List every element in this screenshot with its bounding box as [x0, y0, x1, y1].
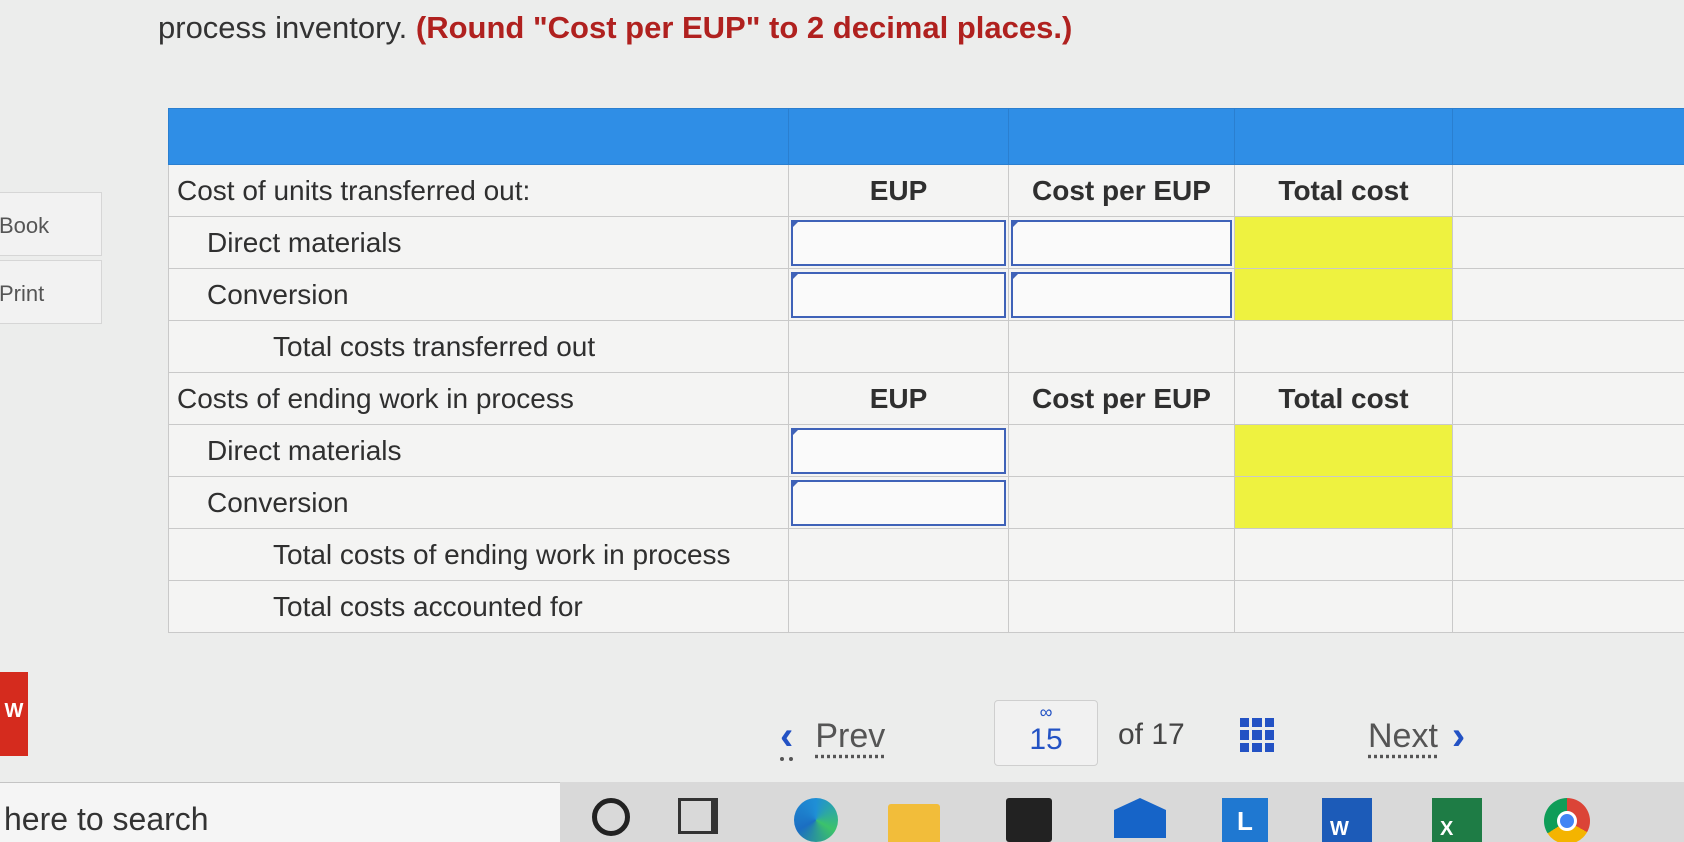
lync-letter: L [1237, 806, 1253, 836]
next-button[interactable]: Next › [1368, 714, 1465, 759]
brand-logo-letter: W [4, 700, 24, 722]
search-placeholder: here to search [4, 801, 209, 837]
brand-logo: W [0, 672, 28, 756]
transferred-dm-eup-input[interactable] [791, 219, 1006, 266]
print-button[interactable]: Print [0, 260, 102, 324]
row-label-conversion: Conversion [168, 476, 789, 529]
ebook-button[interactable]: Book [0, 192, 102, 256]
edge-icon[interactable] [794, 798, 838, 842]
row-label-direct-materials: Direct materials [168, 424, 789, 477]
transferred-conversion-total-cost-cell [1234, 268, 1453, 321]
page-number-box[interactable]: ∞ 15 [994, 700, 1098, 766]
current-page-number: 15 [1029, 723, 1063, 756]
ending-wip-dm-cost-per-eup-cell [1008, 424, 1235, 477]
windows-taskbar: here to search L W X [0, 782, 1684, 842]
instruction-plain: process inventory. [158, 10, 416, 45]
column-header-cost-per-eup: Cost per EUP [1008, 164, 1235, 217]
row-label-direct-materials: Direct materials [168, 216, 789, 269]
table-header-band [168, 108, 1684, 165]
transferred-dm-cost-per-eup-input[interactable] [1011, 219, 1232, 266]
link-icon: ∞ [1039, 702, 1053, 722]
file-explorer-icon[interactable] [888, 804, 940, 842]
next-label: Next [1368, 717, 1438, 755]
section-title-ending-wip: Costs of ending work in process [168, 372, 789, 425]
mail-icon[interactable] [1114, 798, 1166, 838]
screen: process inventory. (Round "Cost per EUP"… [0, 0, 1684, 842]
column-header-cost-per-eup: Cost per EUP [1008, 372, 1235, 425]
prev-button[interactable]: ‹ Prev [780, 714, 885, 759]
instruction-text: process inventory. (Round "Cost per EUP"… [158, 10, 1072, 46]
ending-wip-dm-eup-input[interactable] [791, 427, 1006, 474]
row-label-total-costs-accounted: Total costs accounted for [168, 580, 789, 633]
ending-wip-conversion-total-cost-cell [1234, 476, 1453, 529]
word-letter: W [1330, 818, 1349, 840]
word-icon[interactable]: W [1322, 798, 1372, 842]
table-row: Conversion [168, 476, 1684, 529]
column-header-total-cost: Total cost [1234, 372, 1453, 425]
table-row: Conversion [168, 268, 1684, 321]
table-row: Total costs of ending work in process [168, 528, 1684, 581]
print-label: Print [0, 281, 45, 306]
column-header-eup: EUP [788, 164, 1009, 217]
transferred-dm-total-cost-cell [1234, 216, 1453, 269]
lync-icon[interactable]: L [1222, 798, 1268, 842]
row-label-total-transferred-out: Total costs transferred out [168, 320, 789, 373]
ending-wip-dm-total-cost-cell [1234, 424, 1453, 477]
cortana-icon[interactable] [592, 798, 630, 836]
section-title-transferred-out: Cost of units transferred out: [168, 164, 789, 217]
prev-label: Prev [815, 717, 886, 755]
section-header-row: Costs of ending work in process EUP Cost… [168, 372, 1684, 425]
task-view-icon[interactable] [678, 798, 718, 834]
store-icon[interactable] [1006, 798, 1052, 842]
question-pager: ‹ Prev ∞ 15 of 17 Next › [780, 700, 1500, 770]
ending-wip-conversion-cost-per-eup-cell [1008, 476, 1235, 529]
section-header-row: Cost of units transferred out: EUP Cost … [168, 164, 1684, 217]
page-total: of 17 [1118, 718, 1185, 751]
grid-icon[interactable] [1240, 718, 1274, 752]
transferred-conversion-cost-per-eup-input[interactable] [1011, 271, 1232, 318]
cost-reconciliation-table: Cost of units transferred out: EUP Cost … [168, 108, 1684, 633]
transferred-conversion-eup-input[interactable] [791, 271, 1006, 318]
table-row: Total costs accounted for [168, 580, 1684, 633]
table-row: Direct materials [168, 424, 1684, 477]
table-row: Total costs transferred out [168, 320, 1684, 373]
taskbar-search-box[interactable]: here to search [0, 782, 560, 842]
excel-letter: X [1440, 818, 1454, 840]
rounding-note: (Round "Cost per EUP" to 2 decimal place… [415, 10, 1073, 45]
table-row: Direct materials [168, 216, 1684, 269]
ending-wip-conversion-eup-input[interactable] [791, 479, 1006, 526]
column-header-eup: EUP [788, 372, 1009, 425]
chevron-left-icon: ‹ [780, 714, 794, 758]
excel-icon[interactable]: X [1432, 798, 1482, 842]
row-label-total-ending-wip: Total costs of ending work in process [168, 528, 789, 581]
ebook-label: Book [0, 213, 50, 238]
chevron-right-icon: › [1451, 714, 1466, 758]
column-header-total-cost: Total cost [1234, 164, 1453, 217]
chrome-icon[interactable] [1544, 798, 1590, 842]
row-label-conversion: Conversion [168, 268, 789, 321]
